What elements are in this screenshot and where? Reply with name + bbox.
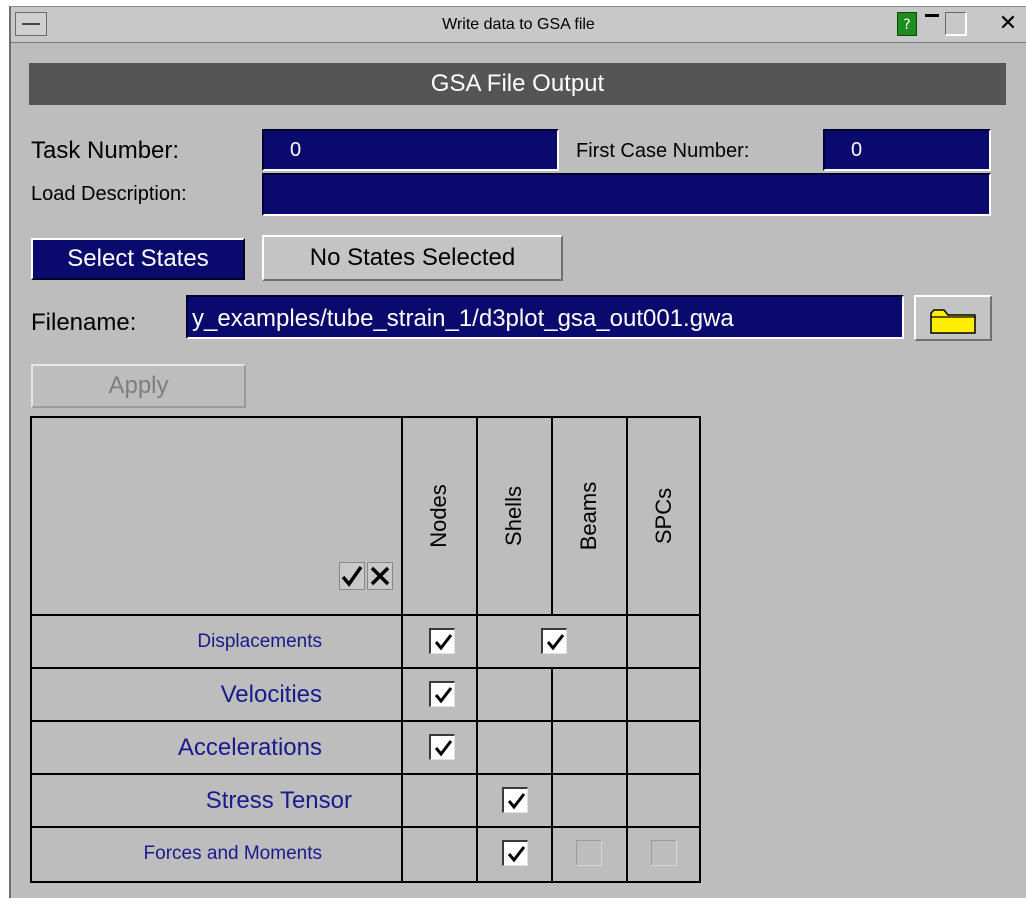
checkbox-forces-moments-spcs[interactable] xyxy=(651,840,677,866)
select-all-none xyxy=(339,562,395,590)
row-label-displacements: Displacements xyxy=(197,631,322,652)
row-label-accelerations: Accelerations xyxy=(177,734,322,761)
select-all-button[interactable] xyxy=(339,562,365,590)
column-header-nodes: Nodes xyxy=(426,484,451,548)
output-options-grid: Nodes Shells Beams SPCs Displacements Ve… xyxy=(30,416,701,883)
select-none-button[interactable] xyxy=(367,562,393,590)
check-icon xyxy=(434,634,453,651)
checkbox-stress-tensor-shells[interactable] xyxy=(502,787,528,813)
row-label-stress-tensor: Stress Tensor xyxy=(205,787,352,814)
minimize-button[interactable] xyxy=(922,12,942,36)
checkbox-accelerations-nodes[interactable] xyxy=(429,734,455,760)
load-description-field[interactable] xyxy=(262,173,991,216)
folder-icon xyxy=(930,309,976,334)
filename-input[interactable]: y_examples/tube_strain_1/d3plot_gsa_out0… xyxy=(186,295,904,339)
column-header-beams: Beams xyxy=(576,481,601,551)
select-states-button[interactable]: Select States xyxy=(31,238,245,280)
task-number-field[interactable]: 0 xyxy=(262,129,559,171)
cross-icon xyxy=(370,566,390,586)
first-case-number-label: First Case Number: xyxy=(576,140,750,162)
load-description-label: Load Description: xyxy=(31,183,187,205)
task-number-label: Task Number: xyxy=(31,137,180,164)
apply-button[interactable]: Apply xyxy=(31,364,246,408)
panel-header: GSA File Output xyxy=(29,63,1006,105)
gsa-output-window: Write data to GSA file ? ✕ GSA File Outp… xyxy=(9,6,1026,898)
checkbox-displacements-nodes[interactable] xyxy=(429,628,455,654)
check-icon xyxy=(507,846,526,863)
check-icon xyxy=(434,740,453,757)
checkbox-displacements-shells-beams[interactable] xyxy=(541,628,567,654)
maximize-button[interactable] xyxy=(945,12,967,36)
check-icon xyxy=(507,793,526,810)
task-number-value: 0 xyxy=(290,139,302,161)
checkbox-forces-moments-shells[interactable] xyxy=(502,840,528,866)
first-case-number-field[interactable]: 0 xyxy=(823,129,991,171)
row-label-forces-moments: Forces and Moments xyxy=(143,843,322,864)
first-case-number-value: 0 xyxy=(851,139,863,161)
checkbox-forces-moments-beams[interactable] xyxy=(576,840,602,866)
check-icon xyxy=(434,687,453,704)
column-header-spcs: SPCs xyxy=(651,487,676,545)
close-button[interactable]: ✕ xyxy=(994,12,1022,36)
states-status: No States Selected xyxy=(262,235,563,281)
column-header-shells: Shells xyxy=(501,486,526,546)
browse-folder-button[interactable] xyxy=(914,295,992,341)
check-icon xyxy=(546,634,565,651)
check-icon xyxy=(341,565,363,587)
filename-label: Filename: xyxy=(31,309,137,336)
window-title: Write data to GSA file xyxy=(442,16,595,33)
checkbox-velocities-nodes[interactable] xyxy=(429,681,455,707)
row-label-velocities: Velocities xyxy=(220,681,322,708)
help-button[interactable]: ? xyxy=(897,12,917,36)
title-bar: Write data to GSA file ? ✕ xyxy=(11,7,1026,43)
